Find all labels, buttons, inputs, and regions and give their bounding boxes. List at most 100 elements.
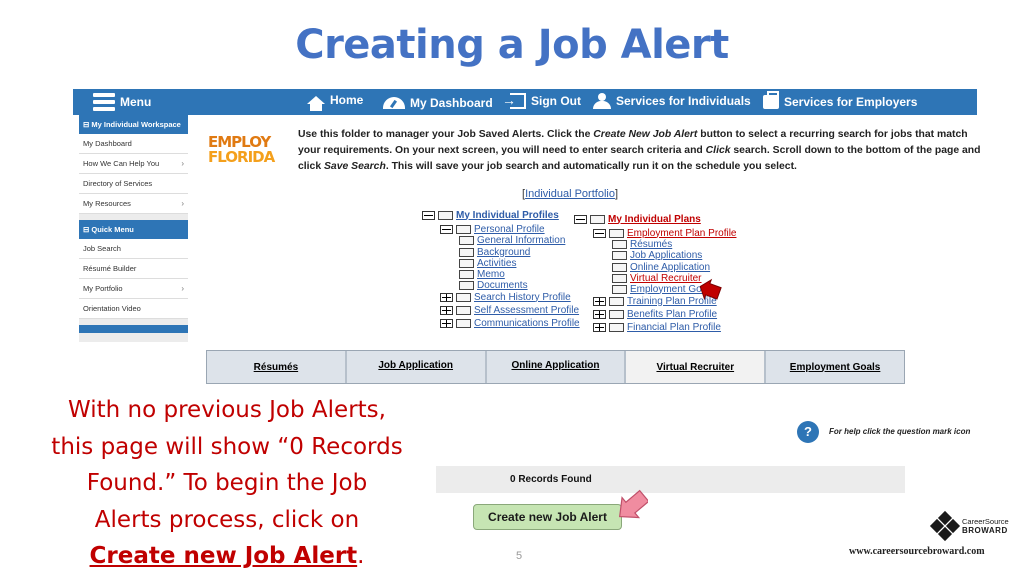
quick-menu-header[interactable]: ⊟ Quick Menu (79, 220, 188, 239)
tree-node-label[interactable]: Self Assessment Profile (474, 305, 579, 316)
create-new-job-alert-button[interactable]: Create new Job Alert (473, 504, 622, 530)
menu-item-portfolio[interactable]: My Portfolio › (79, 279, 188, 299)
menu-item-label: My Portfolio (83, 284, 123, 293)
tree-node-label[interactable]: Search History Profile (474, 292, 571, 303)
folder-icon (609, 322, 624, 332)
intro-emphasis: Click (705, 145, 731, 156)
menu-item-label: Orientation Video (83, 304, 141, 313)
tree-node-profiles[interactable]: My Individual Profiles (422, 209, 559, 221)
employ-florida-logo: EMPLOY FLORIDA (208, 135, 276, 171)
menu-item-job-search[interactable]: Job Search (79, 239, 188, 259)
site-url: www.careersourcebroward.com (849, 546, 985, 557)
expand-icon[interactable] (440, 318, 453, 328)
menu-item-dashboard[interactable]: My Dashboard (79, 134, 188, 154)
home-link[interactable]: Home (307, 93, 364, 111)
collapse-icon[interactable] (593, 228, 606, 238)
tree-node-label[interactable]: Activities (477, 258, 516, 269)
expand-icon[interactable] (593, 309, 606, 319)
folder-icon (459, 269, 474, 279)
tree-node-label[interactable]: Résumés (630, 239, 672, 250)
dashboard-link[interactable]: My Dashboard (383, 96, 493, 110)
intro-emphasis: Save Search (324, 161, 386, 172)
menu-item-label: My Dashboard (83, 139, 132, 148)
tree-node-plans[interactable]: My Individual Plans (574, 213, 701, 225)
intro-emphasis: Create New Job Alert (593, 129, 698, 140)
chevron-right-icon: › (181, 199, 184, 208)
expand-icon[interactable] (440, 292, 453, 302)
menu-item-directory[interactable]: Directory of Services (79, 174, 188, 194)
caption-line: Found.” To begin the Job (86, 470, 368, 496)
services-employers-label: Services for Employers (784, 95, 918, 109)
menu-footer-bar (79, 325, 188, 333)
expand-icon[interactable] (593, 296, 606, 306)
folder-icon (612, 239, 627, 249)
person-icon (593, 93, 611, 109)
collapse-icon[interactable] (440, 224, 453, 234)
workspace-header[interactable]: ⊟ My Individual Workspace (79, 115, 188, 134)
expand-icon[interactable] (440, 305, 453, 315)
careersource-broward-logo: CareerSource BROWARD (929, 510, 1009, 542)
tab-online-application[interactable]: Online Application (486, 351, 627, 383)
tab-job-application[interactable]: Job Application (346, 351, 487, 383)
tab-virtual-recruiter[interactable]: Virtual Recruiter (626, 351, 767, 383)
tree-node-label[interactable]: Personal Profile (474, 224, 545, 235)
tree-node-label[interactable]: Online Application (630, 262, 710, 273)
services-individuals-link[interactable]: Services for Individuals (593, 93, 751, 109)
pink-pointer-arrow-icon (618, 489, 648, 519)
caption-line: With no previous Job Alerts, (68, 397, 386, 423)
signout-icon (502, 92, 526, 109)
tree-node[interactable]: Communications Profile (440, 317, 580, 329)
menu-button[interactable]: Menu (93, 93, 151, 111)
services-employers-link[interactable]: Services for Employers (763, 91, 918, 109)
folder-icon (459, 235, 474, 245)
expand-icon[interactable] (593, 322, 606, 332)
folder-icon (612, 262, 627, 272)
individual-portfolio-link[interactable]: [Individual Portfolio] (522, 188, 618, 200)
tree-node-label[interactable]: Background (477, 247, 530, 258)
menu-item-resources[interactable]: My Resources › (79, 194, 188, 214)
tree-node[interactable]: General Information (459, 234, 565, 246)
menu-item-label: How We Can Help You (83, 159, 160, 168)
workspace-header-label: My Individual Workspace (91, 120, 181, 129)
menu-item-how-we-help[interactable]: How We Can Help You › (79, 154, 188, 174)
folder-icon (456, 292, 471, 302)
tab-employment-goals[interactable]: Employment Goals (766, 351, 904, 383)
folder-icon (459, 247, 474, 257)
folder-icon (590, 214, 605, 224)
tree-node-label[interactable]: Benefits Plan Profile (627, 309, 717, 320)
dashboard-label: My Dashboard (410, 96, 493, 110)
folder-icon (456, 318, 471, 328)
tree-node-label[interactable]: Employment Plan Profile (627, 228, 737, 239)
tree-node-label[interactable]: General Information (477, 235, 565, 246)
help-question-icon[interactable]: ? (797, 421, 819, 443)
tree-node-label[interactable]: Virtual Recruiter (630, 273, 702, 284)
tree-node[interactable]: Benefits Plan Profile (593, 308, 717, 320)
collapse-icon[interactable] (422, 210, 435, 220)
menu-item-resume-builder[interactable]: Résumé Builder (79, 259, 188, 279)
tree-node-label[interactable]: Memo (477, 269, 505, 280)
services-individuals-label: Services for Individuals (616, 94, 751, 108)
tree-node[interactable]: Search History Profile (440, 291, 571, 303)
brand-mark-icon (929, 510, 961, 542)
signout-link[interactable]: Sign Out (502, 92, 581, 109)
signout-label: Sign Out (531, 94, 581, 108)
tree-node-label[interactable]: Communications Profile (474, 318, 580, 329)
slide-caption: With no previous Job Alerts, this page w… (22, 392, 432, 575)
side-menu: ⊟ My Individual Workspace My Dashboard H… (79, 115, 188, 342)
tree-node[interactable]: Job Applications (612, 249, 702, 261)
tab-resumes[interactable]: Résumés (207, 351, 347, 383)
tree-node-label[interactable]: My Individual Profiles (456, 210, 559, 221)
menu-item-orientation[interactable]: Orientation Video (79, 299, 188, 319)
collapse-icon[interactable] (574, 214, 587, 224)
top-navbar: Menu Home My Dashboard Sign Out Services… (73, 89, 977, 115)
tree-node-label[interactable]: Job Applications (630, 250, 702, 261)
quick-menu-label: Quick Menu (91, 225, 134, 234)
folder-icon (438, 210, 453, 220)
tree-node-label[interactable]: Financial Plan Profile (627, 322, 721, 333)
home-label: Home (330, 93, 364, 107)
tree-node-label[interactable]: My Individual Plans (608, 214, 701, 225)
tree-node[interactable]: Documents (459, 279, 528, 291)
tree-node[interactable]: Self Assessment Profile (440, 304, 579, 316)
tree-node-label[interactable]: Documents (477, 280, 528, 291)
tree-node[interactable]: Financial Plan Profile (593, 321, 721, 333)
